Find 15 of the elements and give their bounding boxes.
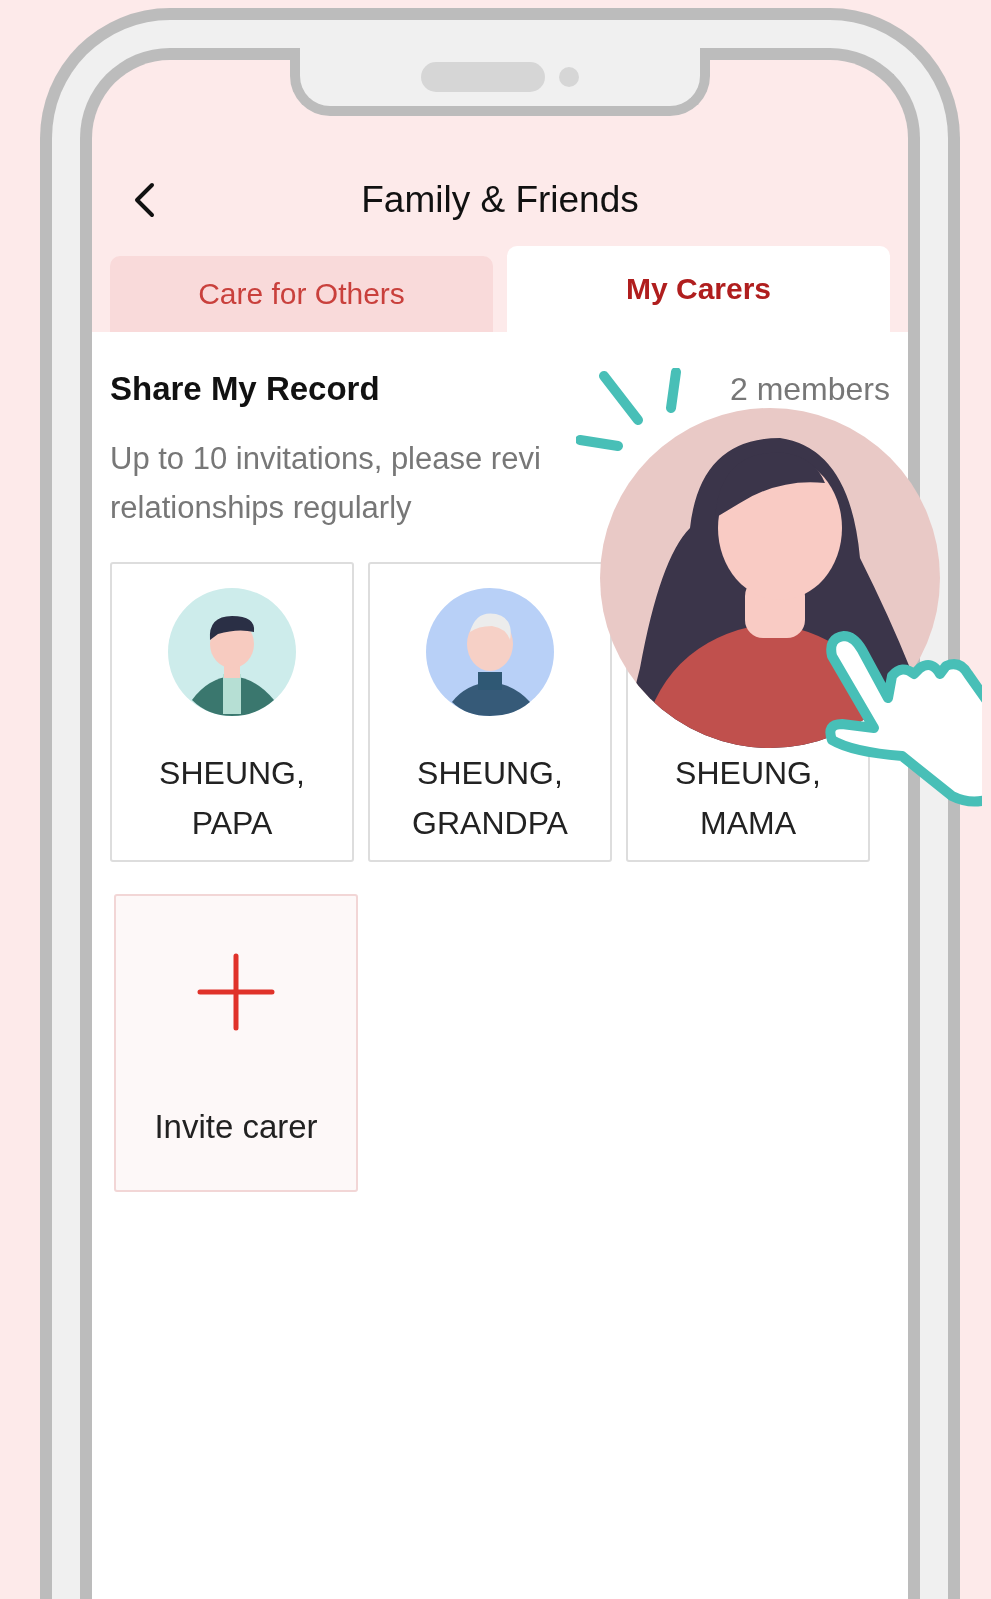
- note-text: Up to 10 invitations, please revi: [110, 440, 541, 478]
- carer-name: SHEUNG, MAMA: [674, 754, 822, 843]
- carer-card[interactable]: SHEUNG, GRANDPA: [368, 562, 612, 862]
- note-text: relationships regularly: [110, 489, 412, 527]
- tab[interactable]: My Carers: [507, 246, 890, 332]
- carer-name: SHEUNG, PAPA: [158, 754, 306, 843]
- plus-icon: [196, 952, 276, 1032]
- invite-carer-button[interactable]: Invite carer: [114, 894, 358, 1192]
- tab[interactable]: Care for Others: [110, 256, 493, 332]
- carer-name: SHEUNG, GRANDPA: [411, 754, 569, 843]
- section-title: Share My Record: [110, 370, 380, 408]
- back-icon[interactable]: [132, 182, 156, 218]
- member-count: 2 members: [729, 371, 890, 408]
- carer-card[interactable]: SHEUNG, PAPA: [110, 562, 354, 862]
- screen-title: Family & Friends: [361, 179, 639, 221]
